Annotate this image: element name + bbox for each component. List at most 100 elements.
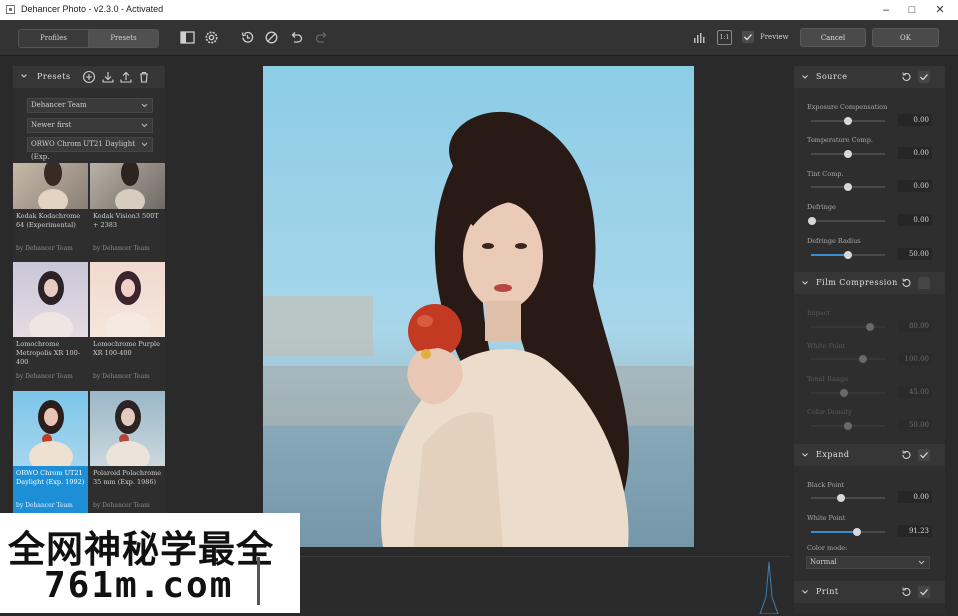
film-compression-enable-checkbox[interactable] xyxy=(918,277,930,289)
print-section-header[interactable]: Print xyxy=(794,581,945,603)
title-bar: Dehancer Photo - v2.3.0 - Activated – □ … xyxy=(0,0,958,20)
slider-knob[interactable] xyxy=(808,217,817,225)
slider-knob[interactable] xyxy=(836,494,845,502)
color-density-value[interactable]: 50.00 xyxy=(898,419,932,431)
slider-knob[interactable] xyxy=(844,150,852,158)
upload-icon[interactable] xyxy=(119,70,133,84)
impact-value[interactable]: 80.00 xyxy=(898,320,932,332)
tonal-range-slider[interactable] xyxy=(811,389,885,397)
slider-knob[interactable] xyxy=(844,117,852,125)
color-mode-label: Color mode: xyxy=(807,544,848,552)
slider-knob[interactable] xyxy=(844,183,852,191)
slider-knob[interactable] xyxy=(858,355,867,363)
preview-checkbox[interactable] xyxy=(742,31,754,43)
defringe-value[interactable]: 0.00 xyxy=(898,214,932,226)
temperature-slider[interactable] xyxy=(811,150,885,158)
sort-dropdown[interactable]: Newer first xyxy=(27,118,153,133)
slider-knob[interactable] xyxy=(844,422,852,430)
film-compression-section-header[interactable]: Film Compression xyxy=(794,272,945,294)
preset-item-selected[interactable]: ORWO Chrom UT21 Daylight (Exp. 1992) by … xyxy=(13,391,88,516)
ratio-button[interactable]: 1:1 xyxy=(717,30,732,45)
slider-knob[interactable] xyxy=(852,528,861,536)
color-density-slider[interactable] xyxy=(811,422,885,430)
toolbar: Profiles Presets 1:1 Preview Cancel OK xyxy=(0,20,958,56)
chevron-down-icon[interactable] xyxy=(800,450,810,460)
author-dropdown[interactable]: Dehancer Team xyxy=(27,98,153,113)
cancel-button[interactable]: Cancel xyxy=(800,28,866,47)
histogram-graph xyxy=(759,561,779,615)
black-point-value[interactable]: 0.00 xyxy=(898,491,932,503)
slider-knob[interactable] xyxy=(844,251,852,259)
histogram-icon[interactable] xyxy=(692,30,707,45)
maximize-icon[interactable]: □ xyxy=(898,0,926,20)
ok-button[interactable]: OK xyxy=(872,28,939,47)
add-preset-icon[interactable] xyxy=(82,70,96,84)
tint-value[interactable]: 0.00 xyxy=(898,180,932,192)
param-label: Color Density xyxy=(807,408,852,416)
preset-name: Polaroid Polachrome 35 mm (Exp. 1986) xyxy=(93,469,162,486)
tonal-range-value[interactable]: 45.00 xyxy=(898,386,932,398)
expand-white-point-value[interactable]: 91.23 xyxy=(898,525,932,537)
current-preset-dropdown[interactable]: ORWO Chrom UT21 Daylight (Exp. xyxy=(27,137,153,161)
chevron-down-icon[interactable] xyxy=(800,72,810,82)
print-enable-checkbox[interactable] xyxy=(918,586,930,598)
watermark-line2: 761m.com xyxy=(44,565,234,606)
expand-enable-checkbox[interactable] xyxy=(918,449,930,461)
color-mode-dropdown[interactable]: Normal xyxy=(806,556,930,569)
download-icon[interactable] xyxy=(101,70,115,84)
tint-slider[interactable] xyxy=(811,183,885,191)
reset-icon[interactable] xyxy=(900,449,912,461)
preset-item[interactable]: Lomochrome Metropolis XR 100-400 by Deha… xyxy=(13,262,88,380)
chevron-down-icon[interactable] xyxy=(800,278,810,288)
slider-knob[interactable] xyxy=(866,323,875,331)
temperature-value[interactable]: 0.00 xyxy=(898,147,932,159)
expand-white-point-slider[interactable] xyxy=(811,528,885,536)
preset-item[interactable]: Lomochrome Purple XR 100-400 by Dehancer… xyxy=(90,262,165,380)
watermark: 全网神秘学最全 761m.com xyxy=(0,513,300,613)
chevron-down-icon xyxy=(141,123,148,128)
preset-item[interactable]: Kodak Kodachrome 64 (Experimental) by De… xyxy=(13,163,88,252)
param-label: White Point xyxy=(807,342,846,350)
undo-icon[interactable] xyxy=(289,30,304,45)
reset-icon[interactable] xyxy=(900,586,912,598)
sidebar-toggle-icon[interactable] xyxy=(180,30,195,45)
preset-item[interactable]: Kodak Vision3 500T + 2383 by Dehancer Te… xyxy=(90,163,165,252)
white-point-slider[interactable] xyxy=(811,355,885,363)
exposure-slider[interactable] xyxy=(811,117,885,125)
white-point-value[interactable]: 100.00 xyxy=(898,353,932,365)
photo-canvas[interactable] xyxy=(263,66,694,547)
param-label: Black Point xyxy=(807,481,845,489)
close-icon[interactable]: ✕ xyxy=(926,0,954,20)
defringe-slider[interactable] xyxy=(808,217,885,225)
expand-section-header[interactable]: Expand xyxy=(794,444,945,466)
reset-icon[interactable] xyxy=(900,71,912,83)
settings-gear-icon[interactable] xyxy=(204,30,219,45)
preset-author: by Dehancer Team xyxy=(93,373,150,380)
check-icon xyxy=(744,34,752,41)
tab-profiles[interactable]: Profiles xyxy=(19,30,89,47)
exposure-value[interactable]: 0.00 xyxy=(898,114,932,126)
impact-slider[interactable] xyxy=(811,323,885,331)
sort-dropdown-value: Newer first xyxy=(31,121,72,129)
param-label: Impact xyxy=(807,309,831,317)
source-section-header[interactable]: Source xyxy=(794,66,945,88)
black-point-slider[interactable] xyxy=(811,494,885,502)
chevron-down-icon[interactable] xyxy=(800,587,810,597)
minimize-icon[interactable]: – xyxy=(872,0,900,20)
redo-icon[interactable] xyxy=(314,30,329,45)
tab-presets[interactable]: Presets xyxy=(89,30,158,47)
preset-author: by Dehancer Team xyxy=(93,502,150,509)
trash-icon[interactable] xyxy=(137,70,151,84)
reset-disable-icon[interactable] xyxy=(264,30,279,45)
photo-preview xyxy=(263,66,694,547)
source-enable-checkbox[interactable] xyxy=(918,71,930,83)
chevron-down-icon xyxy=(918,560,925,565)
reset-icon[interactable] xyxy=(900,277,912,289)
slider-knob[interactable] xyxy=(840,389,849,397)
preset-item[interactable]: Polaroid Polachrome 35 mm (Exp. 1986) by… xyxy=(90,391,165,509)
presets-title: Presets xyxy=(37,72,71,81)
chevron-down-icon[interactable] xyxy=(19,71,29,81)
defringe-radius-value[interactable]: 50.00 xyxy=(898,248,932,260)
defringe-radius-slider[interactable] xyxy=(811,251,885,259)
history-icon[interactable] xyxy=(240,30,255,45)
